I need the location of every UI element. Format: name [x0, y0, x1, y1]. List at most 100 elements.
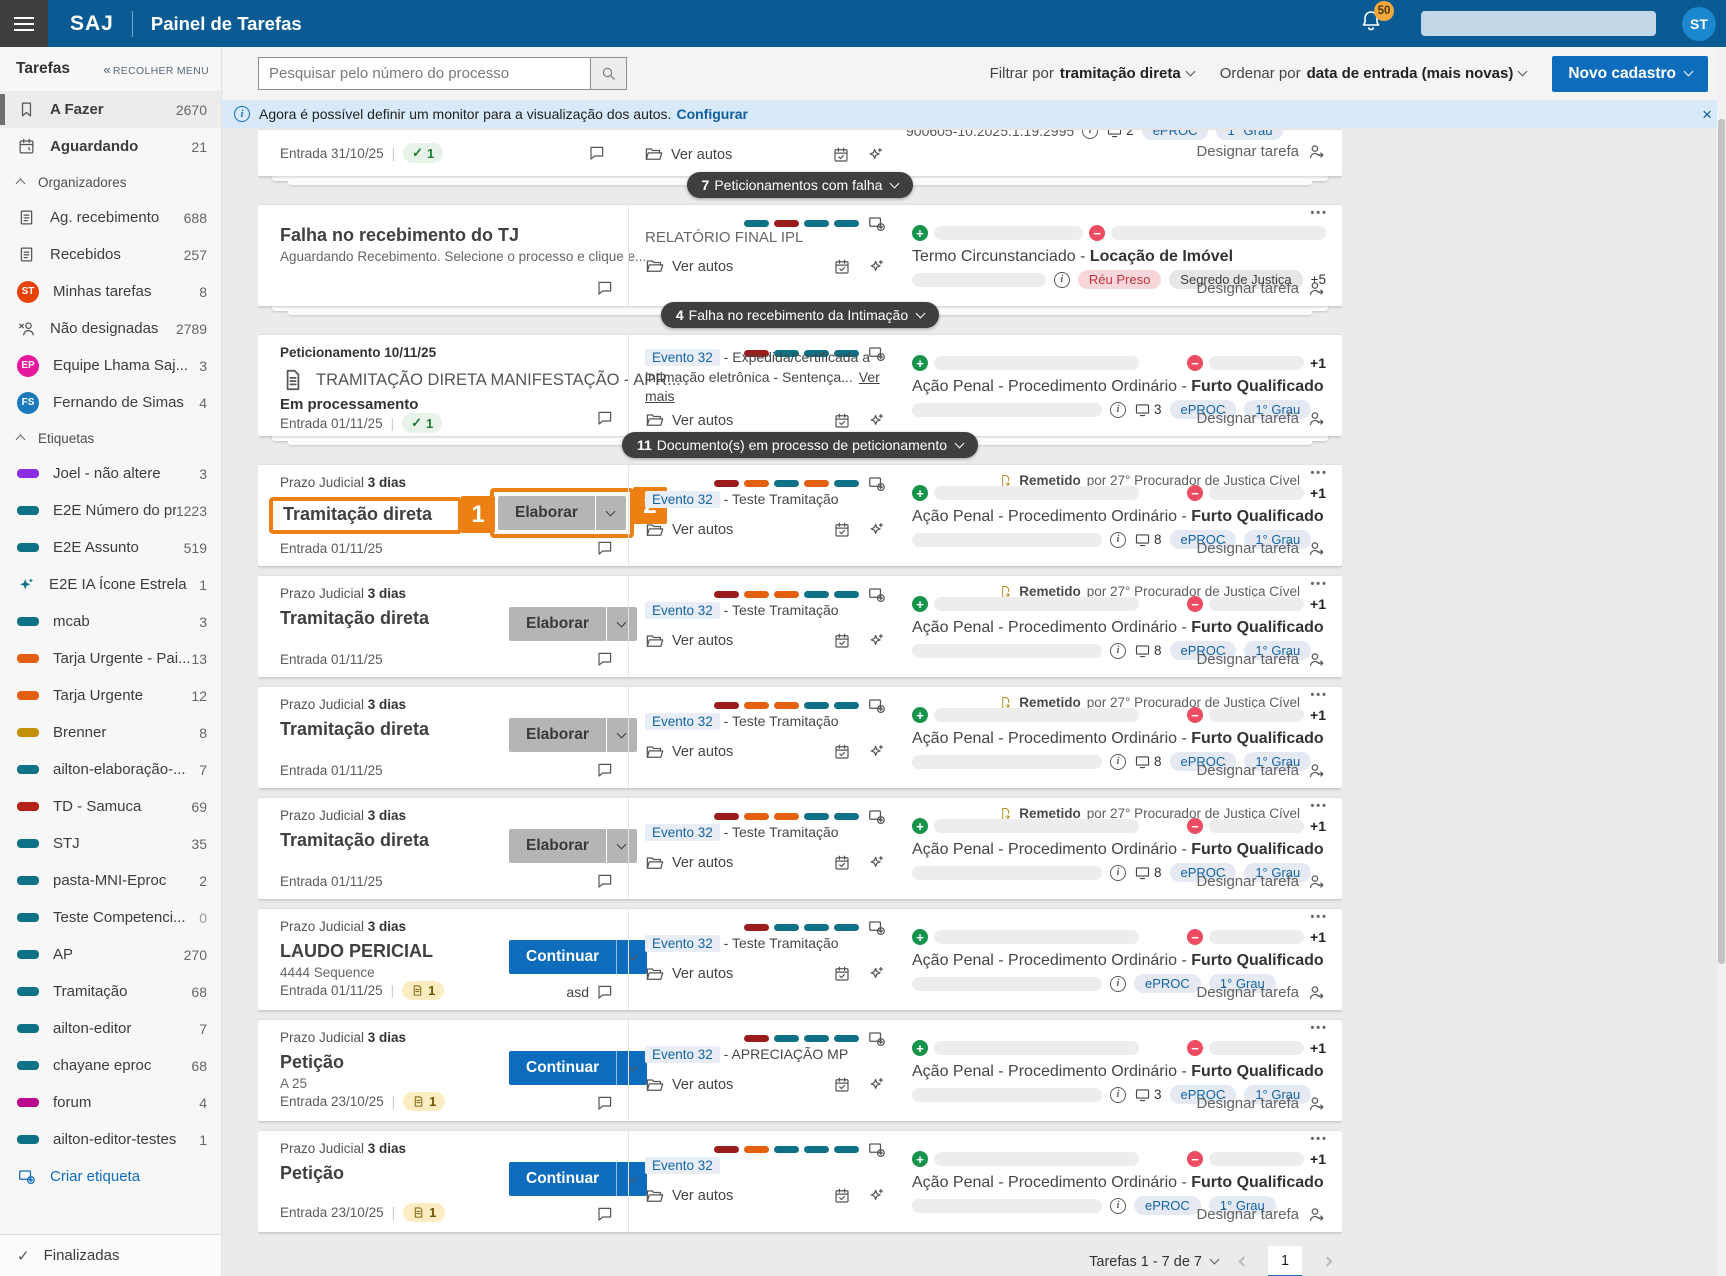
sidebar-item-finalizadas[interactable]: ✓ Finalizadas	[0, 1234, 221, 1276]
calcheck-icon[interactable]	[833, 854, 851, 872]
sidebar-item-fernando-de-simas[interactable]: FSFernando de Simas4	[0, 384, 221, 421]
ver-autos-link[interactable]: Ver autos	[645, 411, 733, 430]
info-icon[interactable]: i	[1110, 865, 1126, 881]
designar-tarefa-button[interactable]: Designar tarefa	[1196, 761, 1326, 780]
designar-tarefa-button[interactable]: Designar tarefa	[1196, 142, 1326, 161]
ver-mais-link[interactable]: Ver mais	[645, 369, 880, 405]
search-input[interactable]	[258, 57, 591, 90]
comment-button[interactable]	[558, 1094, 614, 1112]
collapse-menu-button[interactable]: «RECOLHER MENU	[103, 62, 209, 77]
group-separator-pill[interactable]: 4Falha no recebimento da Intimação	[661, 302, 939, 328]
comment-button[interactable]: asd	[558, 983, 614, 1001]
designar-tarefa-button[interactable]: Designar tarefa	[1196, 1205, 1326, 1224]
ver-autos-link[interactable]: Ver autos	[645, 965, 733, 984]
ver-autos-link[interactable]: Ver autos	[645, 743, 733, 762]
sidebar-item-chayane-eproc[interactable]: chayane eproc68	[0, 1047, 221, 1084]
novo-cadastro-button[interactable]: Novo cadastro	[1552, 56, 1708, 92]
scrollbar-thumb[interactable]	[1718, 119, 1725, 964]
ver-autos-link[interactable]: Ver autos	[645, 632, 733, 651]
info-icon[interactable]: i	[1110, 402, 1126, 418]
sidebar-item-minhas-tarefas[interactable]: STMinhas tarefas8	[0, 273, 221, 310]
event-badge[interactable]: Evento 32	[645, 602, 720, 619]
sidebar-item-tramitac-a-o[interactable]: Tramitação68	[0, 973, 221, 1010]
sidebar-item-forum[interactable]: forum4	[0, 1084, 221, 1121]
sidebar-item-joel-na-o-altere[interactable]: Joel - não altere3	[0, 455, 221, 492]
sidebar-item-aguardando[interactable]: Aguardando21	[0, 128, 221, 165]
page-size-dropdown[interactable]: Tarefas 1 - 7 de 7	[1089, 1254, 1218, 1270]
badge-eproc[interactable]: ePROC	[1142, 130, 1209, 140]
scrollbar[interactable]	[1717, 47, 1726, 1276]
comment-button[interactable]	[558, 650, 614, 668]
sidebar-item-e2e-assunto[interactable]: E2E Assunto519	[0, 529, 221, 566]
group-separator-pill[interactable]: 7Peticionamentos com falha	[687, 172, 914, 198]
elaborar-button[interactable]: Elaborar	[509, 829, 637, 863]
ver-autos-link[interactable]: Ver autos	[645, 854, 733, 873]
ver-autos-link[interactable]: Ver autos	[645, 1187, 733, 1206]
event-badge[interactable]: Evento 32	[645, 713, 720, 730]
calcheck-icon[interactable]	[832, 146, 850, 164]
sidebar-item-e2e-nu-mero-do-pr[interactable]: E2E Número do pr...1223	[0, 492, 221, 529]
comment-button[interactable]	[558, 761, 614, 779]
info-icon[interactable]: i	[1110, 1087, 1126, 1103]
comment-button[interactable]	[558, 279, 614, 297]
info-icon[interactable]: i	[1110, 976, 1126, 992]
sidebar-section-etiquetas[interactable]: Etiquetas	[0, 421, 221, 455]
previous-page-button[interactable]	[1228, 1247, 1258, 1276]
ver-autos-link[interactable]: Ver autos	[645, 1076, 733, 1095]
button-dropdown[interactable]	[595, 496, 626, 530]
sidebar-item-ag-recebimento[interactable]: Ag. recebimento688	[0, 199, 221, 236]
comment-button[interactable]	[588, 144, 606, 167]
continuar-button[interactable]: Continuar	[509, 1162, 647, 1196]
event-badge[interactable]: Evento 32	[645, 491, 720, 508]
sidebar-item-ailton-elaborac-a-o[interactable]: ailton-elaboração-...7	[0, 751, 221, 788]
menu-button[interactable]	[0, 0, 48, 47]
sidebar-section-organizadores[interactable]: Organizadores	[0, 165, 221, 199]
sidebar-item-tarja-urgente[interactable]: Tarja Urgente12	[0, 677, 221, 714]
badge-eproc[interactable]: ePROC	[1134, 974, 1201, 993]
ai-icon[interactable]	[867, 854, 885, 872]
sidebar-item-ailton-editor-testes[interactable]: ailton-editor-testes1	[0, 1121, 221, 1158]
info-icon[interactable]: i	[1054, 272, 1070, 288]
sidebar-item-ap[interactable]: AP270	[0, 936, 221, 973]
elaborar-button[interactable]: Elaborar	[498, 496, 626, 530]
calcheck-icon[interactable]	[833, 412, 851, 430]
sidebar-item-a-fazer[interactable]: A Fazer2670	[0, 91, 221, 128]
designar-tarefa-button[interactable]: Designar tarefa	[1196, 872, 1326, 891]
ai-icon[interactable]	[867, 743, 885, 761]
event-badge[interactable]: Evento 32	[645, 349, 720, 366]
badge-eproc[interactable]: ePROC	[1134, 1196, 1201, 1215]
event-badge[interactable]: Evento 32	[645, 1046, 720, 1063]
ai-icon[interactable]	[867, 632, 885, 650]
info-icon[interactable]: i	[1110, 1198, 1126, 1214]
continuar-button[interactable]: Continuar	[509, 940, 647, 974]
sidebar-item-equipe-lhama-saj[interactable]: EPEquipe Lhama Saj...3	[0, 347, 221, 384]
comment-button[interactable]	[558, 1205, 614, 1223]
ai-icon[interactable]	[867, 258, 885, 276]
calcheck-icon[interactable]	[833, 521, 851, 539]
sidebar-item-td-samuca[interactable]: TD - Samuca69	[0, 788, 221, 825]
sidebar-item-stj[interactable]: STJ35	[0, 825, 221, 862]
comment-button[interactable]	[558, 872, 614, 890]
search-button[interactable]	[591, 57, 627, 90]
info-icon[interactable]: i	[1110, 643, 1126, 659]
event-badge[interactable]: Evento 32	[645, 935, 720, 952]
ver-autos-link[interactable]: Ver autos	[645, 521, 733, 540]
ai-icon[interactable]	[866, 146, 884, 164]
info-icon[interactable]: i	[1110, 532, 1126, 548]
info-icon[interactable]: i	[1110, 754, 1126, 770]
ai-icon[interactable]	[867, 521, 885, 539]
ai-icon[interactable]	[867, 965, 885, 983]
event-badge[interactable]: Evento 32	[645, 824, 720, 841]
sidebar-item-teste-competenci[interactable]: Teste Competenci...0	[0, 899, 221, 936]
designar-tarefa-button[interactable]: Designar tarefa	[1196, 279, 1326, 298]
current-page[interactable]: 1	[1268, 1246, 1302, 1276]
designar-tarefa-button[interactable]: Designar tarefa	[1196, 1094, 1326, 1113]
calcheck-icon[interactable]	[833, 1187, 851, 1205]
close-icon[interactable]: ×	[1702, 106, 1712, 123]
ai-icon[interactable]	[867, 1076, 885, 1094]
next-page-button[interactable]	[1312, 1247, 1342, 1276]
designar-tarefa-button[interactable]: Designar tarefa	[1196, 539, 1326, 558]
sidebar-item-mcab[interactable]: mcab3	[0, 603, 221, 640]
sidebar-item-brenner[interactable]: Brenner8	[0, 714, 221, 751]
comment-button[interactable]	[558, 539, 614, 557]
